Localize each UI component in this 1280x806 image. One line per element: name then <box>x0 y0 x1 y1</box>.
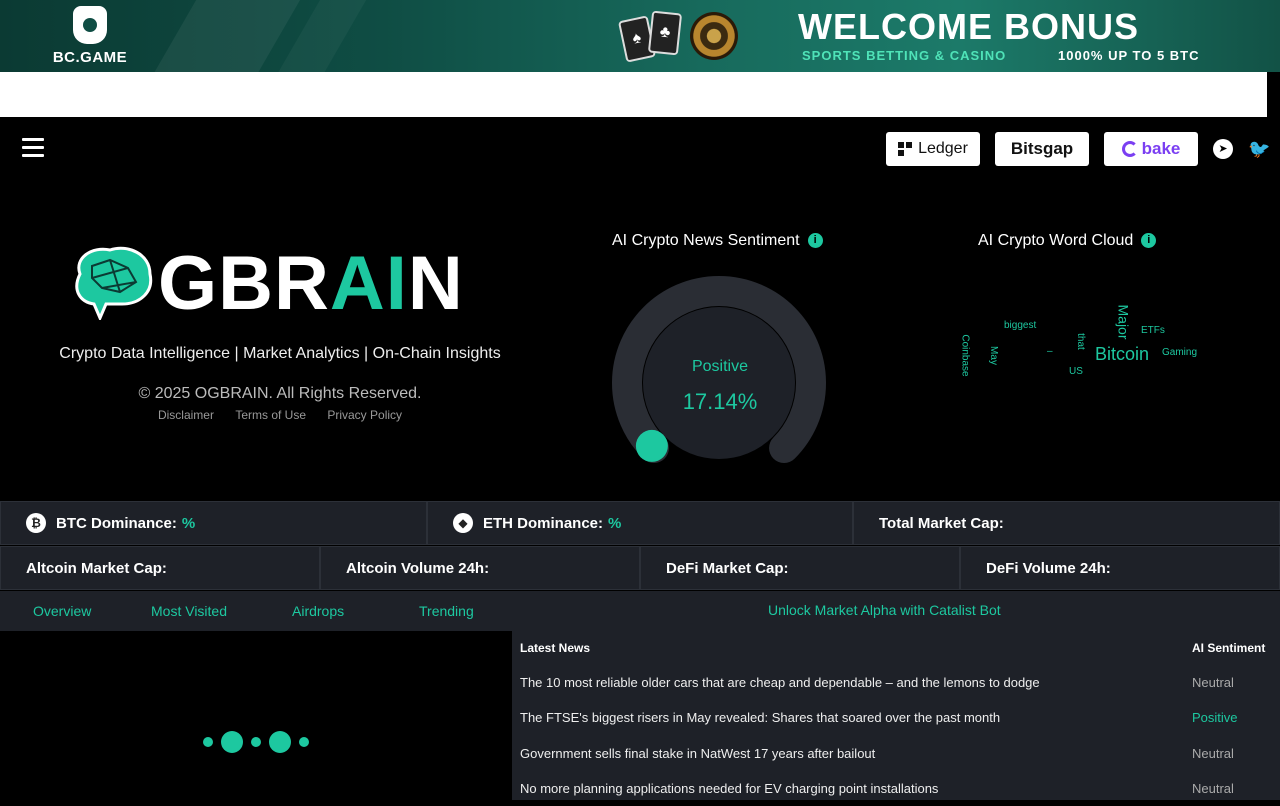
section-tabs: Overview Most Visited Airdrops Trending … <box>0 591 1280 631</box>
altcoin-volume: Altcoin Volume 24h: <box>320 546 640 590</box>
news-headline[interactable]: The 10 most reliable older cars that are… <box>520 675 1040 690</box>
loading-dot <box>251 737 261 747</box>
banner-decoration <box>146 0 304 72</box>
banner-title: WELCOME BONUS <box>798 6 1139 47</box>
brand-wordmark: GBRAIN <box>158 241 464 326</box>
altcoin-market-cap: Altcoin Market Cap: <box>0 546 320 590</box>
word-cloud-word: ETFs <box>1141 325 1165 336</box>
news-sentiment: Neutral <box>1192 746 1234 761</box>
gauge-knob <box>635 429 668 462</box>
news-headline[interactable]: The FTSE's biggest risers in May reveale… <box>520 710 1000 725</box>
news-table: Latest News AI Sentiment The 10 most rel… <box>512 631 1280 800</box>
loading-dot <box>203 737 213 747</box>
banner-subtitle: SPORTS BETTING & CASINO <box>802 48 1007 63</box>
word-cloud-word: Gaming <box>1162 347 1198 358</box>
info-icon[interactable]: i <box>1141 233 1157 249</box>
ad-banner[interactable]: BC.GAME ♠ ♣ WELCOME BONUS SPORTS BETTING… <box>0 0 1280 72</box>
news-headline[interactable]: Government sells final stake in NatWest … <box>520 746 875 761</box>
word-cloud-word: May <box>987 346 999 365</box>
news-column-sentiment: AI Sentiment <box>1192 641 1266 655</box>
footer-links: Disclaimer Terms of Use Privacy Policy <box>0 408 560 422</box>
ogbrain-logo: GBRAIN <box>70 240 500 330</box>
wordcloud-title: AI Crypto Word Cloud i <box>978 232 1157 250</box>
sponsor-label: Bitsgap <box>1010 139 1074 158</box>
loading-dot <box>299 737 309 747</box>
sponsor-bitsgap-button[interactable]: Bitsgap <box>995 132 1089 166</box>
bitcoin-icon: ₿ <box>26 513 46 533</box>
news-row[interactable]: The FTSE's biggest risers in May reveale… <box>512 700 1280 735</box>
defi-volume: DeFi Volume 24h: <box>960 546 1280 590</box>
info-icon[interactable]: i <box>807 233 823 249</box>
playing-card-icon: ♣ <box>647 10 683 56</box>
ethereum-icon: ◆ <box>453 513 473 533</box>
privacy-link[interactable]: Privacy Policy <box>327 408 402 422</box>
sponsor-bake-button[interactable]: bake <box>1104 132 1198 166</box>
ledger-icon <box>898 142 913 156</box>
roulette-wheel-icon <box>690 12 738 60</box>
word-cloud-word: Bitcoin <box>1095 344 1150 364</box>
bake-icon <box>1121 141 1138 157</box>
news-sentiment: Neutral <box>1192 675 1234 690</box>
loading-dot <box>221 731 243 753</box>
news-sentiment: Neutral <box>1192 781 1234 796</box>
tab-airdrops[interactable]: Airdrops <box>292 603 344 619</box>
copyright: © 2025 OGBRAIN. All Rights Reserved. <box>138 385 422 402</box>
word-cloud-word: Major <box>1115 304 1132 340</box>
news-column-title: Latest News <box>520 641 591 655</box>
ad-placeholder <box>0 72 1267 117</box>
terms-link[interactable]: Terms of Use <box>235 408 306 422</box>
defi-market-cap: DeFi Market Cap: <box>640 546 960 590</box>
word-cloud-word: US <box>1069 366 1083 377</box>
sponsor-ledger-button[interactable]: Ledger <box>886 132 980 166</box>
tagline: Crypto Data Intelligence | Market Analyt… <box>59 345 501 362</box>
disclaimer-link[interactable]: Disclaimer <box>158 408 214 422</box>
word-cloud-word: Coinbase <box>959 334 971 377</box>
sentiment-title: AI Crypto News Sentiment i <box>612 232 823 250</box>
sponsor-label: Ledger <box>918 140 968 157</box>
gauge-center <box>643 307 795 459</box>
news-row[interactable]: Government sells final stake in NatWest … <box>512 736 1280 771</box>
word-cloud-word: biggest <box>1004 320 1037 331</box>
menu-icon[interactable] <box>22 138 44 160</box>
sentiment-value: 17.14% <box>682 389 758 414</box>
loading-panel <box>0 631 512 800</box>
loading-dot <box>269 731 291 753</box>
word-cloud-word: that <box>1074 333 1086 350</box>
banner-offer: 1000% UP TO 5 BTC <box>1058 48 1200 63</box>
btc-dominance: ₿ BTC Dominance:% <box>0 501 427 545</box>
tab-overview[interactable]: Overview <box>33 603 91 619</box>
catalist-bot-link[interactable]: Unlock Market Alpha with Catalist Bot <box>768 602 1001 618</box>
casino-graphic: ♠ ♣ <box>617 4 738 72</box>
news-sentiment: Positive <box>1192 710 1238 725</box>
sentiment-label: Positive <box>691 358 749 375</box>
brain-icon <box>75 246 153 320</box>
tab-most-visited[interactable]: Most Visited <box>151 603 227 619</box>
eth-dominance: ◆ ETH Dominance:% <box>427 501 853 545</box>
total-market-cap: Total Market Cap: <box>853 501 1280 545</box>
news-headline[interactable]: No more planning applications needed for… <box>520 781 938 796</box>
sponsor-label: bake <box>1141 139 1181 158</box>
twitter-icon[interactable]: 🐦 <box>1248 139 1270 159</box>
bc-game-logo-icon <box>73 6 107 44</box>
bc-game-logo-text: BC.GAME <box>52 49 128 66</box>
tab-trending[interactable]: Trending <box>419 603 474 619</box>
news-row[interactable]: The 10 most reliable older cars that are… <box>512 665 1280 700</box>
bc-game-logo[interactable]: BC.GAME <box>50 6 130 68</box>
word-cloud-word: – <box>1047 346 1053 357</box>
news-row[interactable]: No more planning applications needed for… <box>512 771 1280 806</box>
telegram-icon[interactable]: ➤ <box>1213 139 1233 159</box>
